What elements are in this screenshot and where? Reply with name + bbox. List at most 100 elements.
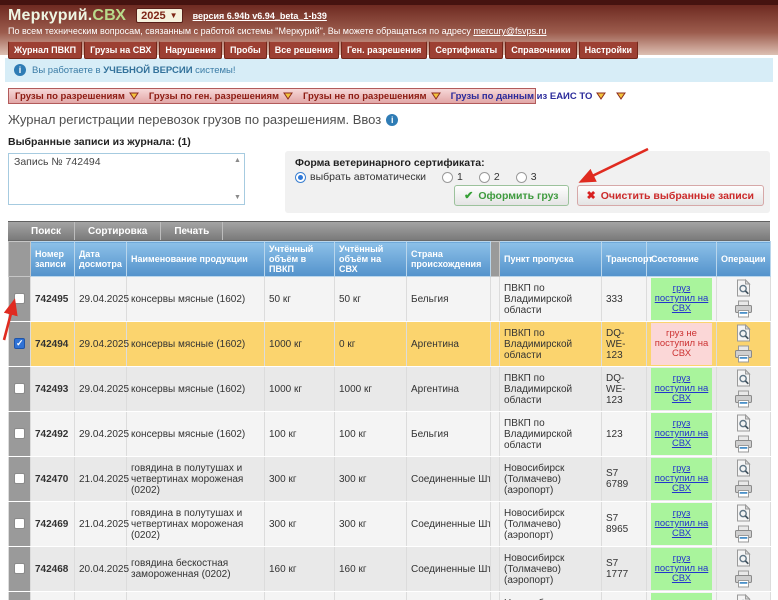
subnav-item-label: Грузы по разрешениям [15, 91, 125, 102]
menu-item-нарушения[interactable]: Нарушения [159, 41, 222, 59]
menu-item-ген-разрешения[interactable]: Ген. разрешения [341, 41, 427, 59]
print-record-button[interactable] [732, 524, 755, 545]
origin-country: Бельгия [407, 412, 491, 457]
operations-cell [717, 502, 771, 547]
volume-pvkp: 1000 кг [265, 322, 335, 367]
menu-item-все-решения[interactable]: Все решения [269, 41, 339, 59]
status-cell: груз поступил на СВХ [647, 547, 717, 592]
row-checkbox[interactable] [14, 293, 25, 304]
toolbar-item-поиск[interactable]: Поиск [18, 222, 75, 240]
row-checkbox[interactable] [14, 518, 25, 529]
header-separator-column [491, 242, 500, 277]
cert-form-radio-option[interactable]: 1 [442, 171, 463, 183]
view-record-button[interactable] [732, 278, 755, 299]
cert-form-radio-option[interactable]: выбрать автоматически [295, 171, 426, 183]
radio-button[interactable] [516, 172, 527, 183]
status-link[interactable]: груз поступил на СВХ [653, 419, 710, 449]
print-record-button[interactable] [732, 569, 755, 590]
mercury-svh-page: Меркурий.СВХ 2025▼ версия 6.94b v6.94_be… [0, 0, 778, 600]
scroll-down-icon[interactable]: ▼ [234, 194, 241, 201]
view-document-icon [733, 503, 754, 523]
row-checkbox[interactable] [14, 473, 25, 484]
volume-svh: 202 кг [335, 592, 407, 600]
print-record-button[interactable] [732, 434, 755, 455]
cert-form-radio-option[interactable]: 3 [516, 171, 537, 183]
view-record-button[interactable] [732, 323, 755, 344]
row-checkbox[interactable] [14, 563, 25, 574]
info-icon[interactable]: i [386, 114, 398, 126]
column-header: Номер записи [31, 242, 75, 277]
status-cell: груз поступил на СВХ [647, 367, 717, 412]
register-cargo-button[interactable]: ✔Оформить груз [454, 185, 568, 206]
row-checkbox-checked[interactable] [14, 338, 25, 349]
status-link[interactable]: груз поступил на СВХ [653, 374, 710, 404]
volume-svh: 300 кг [335, 457, 407, 502]
view-record-button[interactable] [732, 593, 755, 600]
subnav-item[interactable]: Грузы не по разрешениям [303, 91, 441, 102]
menu-item-журнал-пвкп[interactable]: Журнал ПВКП [8, 41, 82, 59]
support-email-link[interactable]: mercury@fsvps.ru [473, 26, 546, 36]
origin-country: Соединенные Штаты [407, 457, 491, 502]
row-checkbox[interactable] [14, 383, 25, 394]
inspection-date: 20.04.2025 [75, 592, 127, 600]
menu-item-пробы[interactable]: Пробы [224, 41, 267, 59]
radio-button[interactable] [479, 172, 490, 183]
selected-records-listbox[interactable]: Запись № 742494 ▲▼ [8, 153, 245, 205]
radio-button[interactable] [442, 172, 453, 183]
version-link[interactable]: версия 6.94b v6.94_beta_1-b39 [193, 11, 327, 21]
volume-pvkp: 160 кг [265, 547, 335, 592]
subnav-item[interactable]: Грузы по разрешениям [15, 91, 139, 102]
menu-item-грузы-на-свх[interactable]: Грузы на СВХ [84, 41, 157, 59]
row-checkbox-cell [9, 367, 31, 412]
view-document-icon [733, 548, 754, 568]
scroll-up-icon[interactable]: ▲ [234, 157, 241, 164]
status-link[interactable]: груз поступил на СВХ [653, 554, 710, 584]
volume-svh: 0 кг [335, 322, 407, 367]
clear-selected-button[interactable]: ✖Очистить выбранные записи [577, 185, 764, 206]
cert-form-radio-option[interactable]: 2 [479, 171, 500, 183]
toolbar-item-печать[interactable]: Печать [161, 222, 223, 240]
row-checkbox[interactable] [14, 428, 25, 439]
listbox-scrollbar[interactable]: ▲▼ [232, 155, 243, 203]
column-header: Дата досмотра [75, 242, 127, 277]
separator-cell [491, 412, 500, 457]
app-logo[interactable]: Меркурий.СВХ [8, 7, 126, 25]
subnav-item[interactable]: Грузы по ген. разрешениям [149, 91, 293, 102]
subnav-more-dropdown[interactable] [616, 92, 626, 100]
view-record-button[interactable] [732, 368, 755, 389]
status-link[interactable]: груз поступил на СВХ [653, 464, 710, 494]
table-toolbar-top: ПоискСортировкаПечать [8, 221, 770, 241]
menu-item-справочники[interactable]: Справочники [505, 41, 576, 59]
status-link[interactable]: груз поступил на СВХ [653, 509, 710, 539]
column-header: Состояние [647, 242, 717, 277]
view-record-button[interactable] [732, 503, 755, 524]
status-cell: груз поступил на СВХ [647, 592, 717, 600]
view-document-icon [733, 593, 754, 600]
table-row: 74249429.04.2025консервы мясные (1602)10… [9, 322, 771, 367]
column-header: Наименование продукции [127, 242, 265, 277]
record-number: 742469 [31, 502, 75, 547]
radio-button[interactable] [295, 172, 306, 183]
status-link[interactable]: груз поступил на СВХ [653, 284, 710, 314]
print-record-button[interactable] [732, 299, 755, 320]
menu-item-сертификаты[interactable]: Сертификаты [429, 41, 503, 59]
separator-cell [491, 457, 500, 502]
print-record-button[interactable] [732, 344, 755, 365]
record-number: 742495 [31, 277, 75, 322]
product-name: консервы мясные (1602) [127, 322, 265, 367]
volume-pvkp: 300 кг [265, 457, 335, 502]
print-record-button[interactable] [732, 479, 755, 500]
year-selector[interactable]: 2025▼ [136, 8, 182, 23]
checkpoint: Новосибирск (Толмачево) (аэропорт) [500, 592, 602, 600]
row-checkbox-cell [9, 502, 31, 547]
column-header: Страна происхождения [407, 242, 491, 277]
view-record-button[interactable] [732, 548, 755, 569]
print-record-button[interactable] [732, 389, 755, 410]
view-record-button[interactable] [732, 413, 755, 434]
subnav-item[interactable]: Грузы по данным из ЕАИС ТО [451, 91, 607, 102]
selected-record-entry[interactable]: Запись № 742494 [9, 154, 244, 168]
view-record-button[interactable] [732, 458, 755, 479]
row-checkbox-cell [9, 322, 31, 367]
toolbar-item-сортировка[interactable]: Сортировка [75, 222, 161, 240]
menu-item-настройки[interactable]: Настройки [579, 41, 638, 59]
